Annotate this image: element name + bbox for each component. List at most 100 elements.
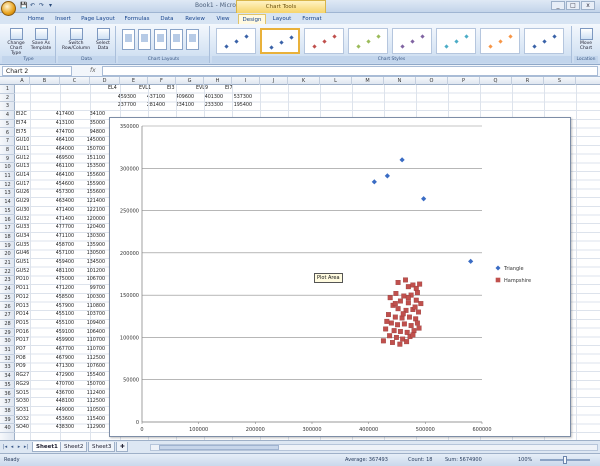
chart-layout-5[interactable] [186,29,199,50]
zoom-level[interactable]: 100% [518,457,532,464]
row-header-9[interactable]: 9 [0,155,15,164]
column-header-a[interactable]: A [15,77,30,85]
table-cell[interactable]: 112900 [77,424,105,433]
table-cell[interactable]: 110700 [77,337,105,346]
chart-style-3[interactable] [304,28,344,54]
horizontal-scroll-thumb[interactable] [159,445,279,450]
tab-page-layout[interactable]: Page Layout [78,14,118,24]
row-header-5[interactable]: 5 [0,120,15,129]
row-header-33[interactable]: 33 [0,363,15,373]
chart-style-1[interactable] [216,28,256,54]
next-sheet-icon[interactable]: ▸ [16,444,22,451]
table-cell[interactable]: 94800 [77,129,105,138]
row-header-26[interactable]: 26 [0,303,15,312]
table-cell[interactable]: 471400 [46,207,74,216]
chart-style-6[interactable] [436,28,476,54]
table-cell[interactable]: 467900 [46,355,74,364]
table-cell[interactable]: 457300 [46,189,74,198]
row-header-20[interactable]: 20 [0,250,15,259]
row-header-28[interactable]: 28 [0,320,15,329]
table-cell[interactable]: PO11 [16,285,29,294]
maximize-button[interactable]: □ [566,1,580,10]
table-cell[interactable]: 457100 [46,250,74,259]
table-cell[interactable]: EI2C [16,111,27,120]
table-cell[interactable]: 155600 [77,189,105,198]
row-header-1[interactable]: 1 [0,85,15,94]
table-cell[interactable]: 458700 [46,242,74,251]
cell-g1[interactable]: EVL9 [196,85,208,94]
table-cell[interactable]: 130500 [77,250,105,259]
table-cell[interactable]: 449000 [46,407,74,416]
row-header-6[interactable]: 6 [0,129,15,138]
row-header-10[interactable]: 10 [0,163,15,172]
chart-style-8[interactable] [524,28,564,54]
table-cell[interactable]: 463400 [46,198,74,207]
insert-sheet-icon[interactable]: ✚ [116,442,128,452]
tab-format[interactable]: Format [298,14,326,24]
name-box[interactable]: Chart 2 [2,66,72,76]
table-cell[interactable]: GU51 [16,259,29,268]
table-cell[interactable]: GU52 [16,268,29,277]
table-cell[interactable]: 106400 [77,329,105,338]
minimize-button[interactable]: _ [551,1,565,10]
table-cell[interactable]: SO40 [16,424,29,433]
table-cell[interactable]: 134500 [77,259,105,268]
row-header-25[interactable]: 25 [0,294,15,303]
table-cell[interactable]: 112400 [77,390,105,399]
last-sheet-icon[interactable]: ▸| [23,444,29,451]
horizontal-scrollbar[interactable] [150,444,598,451]
cell-e2[interactable]: 437100 [137,94,165,103]
row-header-15[interactable]: 15 [0,207,15,216]
table-cell[interactable]: PO17 [16,337,29,346]
table-cell[interactable]: PO7 [16,346,26,355]
table-cell[interactable]: 481100 [46,268,74,277]
table-cell[interactable]: 459400 [46,259,74,268]
cell-f2[interactable]: 409600 [166,94,194,103]
table-cell[interactable]: PO15 [16,320,29,329]
column-header-n[interactable]: N [384,77,416,85]
cell-g3[interactable]: 233300 [195,102,223,111]
column-header-b[interactable]: B [30,77,60,85]
table-cell[interactable]: 35000 [77,120,105,129]
table-cell[interactable]: GU14 [16,172,29,181]
column-header-i[interactable]: I [232,77,260,85]
tab-design[interactable]: Design [238,14,266,24]
table-cell[interactable]: 454600 [46,181,74,190]
chart-style-7[interactable] [480,28,520,54]
row-header-34[interactable]: 34 [0,372,15,381]
table-cell[interactable]: GU17 [16,181,29,190]
close-button[interactable]: x [581,1,595,10]
table-cell[interactable]: 459900 [46,337,74,346]
table-cell[interactable]: 448100 [46,398,74,407]
table-cell[interactable]: 99700 [77,285,105,294]
row-header-12[interactable]: 12 [0,181,15,190]
table-cell[interactable]: 109400 [77,320,105,329]
table-cell[interactable]: 470700 [46,381,74,390]
table-cell[interactable]: PO13 [16,303,29,312]
column-header-g[interactable]: G [176,77,204,85]
table-cell[interactable]: GU29 [16,198,29,207]
table-cell[interactable]: SO31 [16,407,29,416]
sheet-tab-sheet1[interactable]: Sheet1 [32,442,62,452]
table-cell[interactable]: PO16 [16,329,29,338]
chart-style-4[interactable] [348,28,388,54]
row-header-4[interactable]: 4 [0,111,15,120]
table-cell[interactable]: RG29 [16,381,29,390]
table-cell[interactable]: GU30 [16,207,29,216]
chart-style-5[interactable] [392,28,432,54]
tab-view[interactable]: View [212,14,234,24]
column-header-c[interactable]: C [60,77,90,85]
table-cell[interactable]: RG27 [16,372,29,381]
table-cell[interactable]: 455100 [46,311,74,320]
table-cell[interactable]: GU11 [16,146,29,155]
sheet-tab-sheet2[interactable]: Sheet2 [60,442,88,452]
table-cell[interactable]: GU12 [16,155,29,164]
cell-d3[interactable]: 237700 [108,102,136,111]
table-cell[interactable]: 110800 [77,303,105,312]
chart-layout-1[interactable] [122,29,135,50]
row-header-24[interactable]: 24 [0,285,15,294]
formula-input[interactable] [102,66,598,76]
row-header-2[interactable]: 2 [0,94,15,103]
table-cell[interactable]: 135900 [77,242,105,251]
tab-layout[interactable]: Layout [268,14,296,24]
